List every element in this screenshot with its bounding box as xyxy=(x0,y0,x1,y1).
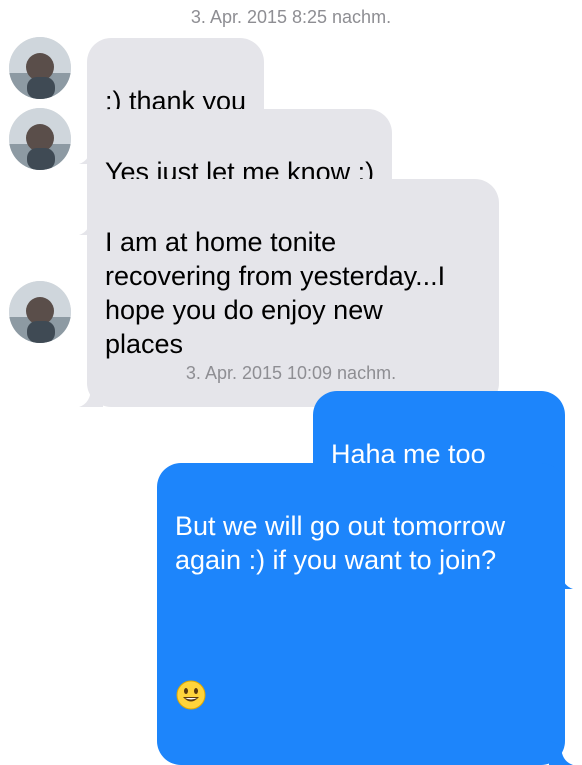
message-text: But we will go out tomorrow again :) if … xyxy=(175,511,506,575)
contact-avatar[interactable] xyxy=(9,108,71,170)
timestamp: 3. Apr. 2015 10:09 nachm. xyxy=(185,363,397,383)
contact-avatar[interactable] xyxy=(9,281,71,343)
bubble-tail xyxy=(549,741,573,765)
contact-avatar[interactable] xyxy=(9,37,71,99)
timestamp: 3. Apr. 2015 8:25 nachm. xyxy=(190,7,392,27)
outgoing-message-bubble[interactable]: But we will go out tomorrow again :) if … xyxy=(157,463,573,765)
smiley-face-icon xyxy=(175,645,207,719)
bubble-tail xyxy=(79,383,103,407)
message-text: I am at home tonite recovering from yest… xyxy=(105,227,446,359)
